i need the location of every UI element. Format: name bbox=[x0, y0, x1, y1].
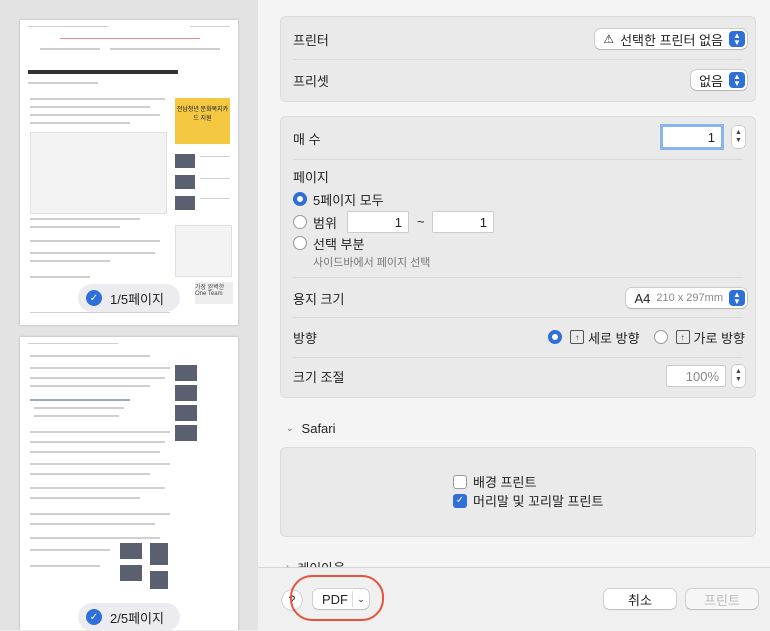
page-thumbnail-2[interactable] bbox=[20, 337, 238, 630]
orientation-options: ↑ 세로 방향 ↑ 가로 방향 bbox=[548, 327, 745, 347]
popup-arrows-icon: ▲ ▼ bbox=[729, 290, 745, 306]
print-backgrounds-label: 배경 프린트 bbox=[473, 475, 537, 490]
cancel-button[interactable]: 취소 bbox=[604, 589, 676, 609]
ad-banner: 전남청년 문화복지카드 지원 bbox=[175, 98, 230, 144]
range-separator: ~ bbox=[417, 214, 425, 229]
chevron-down-icon: ⌄ bbox=[286, 423, 294, 433]
safari-disclosure[interactable]: ⌄ Safari bbox=[286, 421, 336, 436]
preset-value: 없음 bbox=[699, 73, 723, 89]
copies-input[interactable]: 1 bbox=[663, 127, 721, 147]
copies-label: 매 수 bbox=[293, 131, 321, 147]
preview-sidebar[interactable]: 전남청년 문화복지카드 지원 가장 완벽한 One Team ✓ 1/5페이지 bbox=[0, 0, 258, 630]
pages-label: 페이지 bbox=[293, 169, 329, 185]
printer-label: 프린터 bbox=[293, 32, 329, 48]
selected-check-icon: ✓ bbox=[86, 609, 102, 625]
portrait-radio[interactable] bbox=[548, 330, 563, 344]
popup-arrows-icon: ▲ ▼ bbox=[729, 31, 745, 47]
pages-range-label: 범위 bbox=[313, 215, 337, 231]
copies-stepper[interactable]: ▲ ▼ bbox=[732, 126, 745, 148]
print-backgrounds-option[interactable]: 배경 프린트 bbox=[453, 472, 536, 491]
safari-title: Safari bbox=[301, 421, 336, 436]
page-2-badge[interactable]: ✓ 2/5페이지 bbox=[78, 603, 180, 630]
print-headers-footers-label: 머리말 및 꼬리말 프린트 bbox=[473, 494, 604, 509]
pdf-menu-button[interactable]: PDF ⌄ bbox=[313, 589, 369, 609]
selection-hint: 사이드바에서 페이지 선택 bbox=[313, 257, 431, 269]
popup-arrows-icon: ▲ ▼ bbox=[729, 72, 745, 88]
scale-label: 크기 조절 bbox=[293, 369, 345, 385]
print-options-group: 매 수 1 ▲ ▼ 페이지 5페이지 모두 범위 1 ~ 1 선택 부분 사이드바… bbox=[280, 116, 756, 398]
pages-range-radio[interactable] bbox=[293, 215, 307, 229]
print-button[interactable]: 프린트 bbox=[686, 589, 758, 609]
scale-input[interactable]: 100% bbox=[667, 366, 725, 386]
portrait-icon: ↑ bbox=[570, 330, 585, 344]
page-2-label: 2/5페이지 bbox=[110, 610, 164, 626]
paper-size-dims: 210 x 297mm bbox=[656, 292, 723, 304]
print-backgrounds-checkbox[interactable] bbox=[453, 474, 467, 489]
pages-selection-label: 선택 부분 bbox=[313, 236, 365, 252]
dialog-footer: ? PDF ⌄ 취소 프린트 bbox=[258, 567, 770, 631]
landscape-icon: ↑ bbox=[675, 330, 690, 344]
page-1-label: 1/5페이지 bbox=[110, 291, 164, 307]
portrait-label: 세로 방향 bbox=[588, 330, 640, 346]
pages-all-radio[interactable] bbox=[293, 192, 307, 206]
selected-check-icon: ✓ bbox=[86, 290, 102, 306]
preset-popup[interactable]: 없음 ▲ ▼ bbox=[691, 70, 747, 90]
printer-group: 프린터 ⚠ 선택한 프린터 없음 ▲ ▼ 프리셋 없음 ▲ ▼ bbox=[280, 16, 756, 102]
chevron-down-icon: ⌄ bbox=[352, 591, 369, 607]
paper-size-value: A4 bbox=[634, 290, 651, 306]
print-headers-footers-checkbox[interactable]: ✓ bbox=[453, 493, 467, 508]
page-thumbnail-1[interactable]: 전남청년 문화복지카드 지원 가장 완벽한 One Team bbox=[20, 20, 238, 325]
page-1-badge[interactable]: ✓ 1/5페이지 bbox=[78, 284, 180, 312]
pages-selection-radio[interactable] bbox=[293, 236, 307, 250]
article-image-placeholder bbox=[30, 132, 167, 214]
pdf-label: PDF bbox=[322, 591, 348, 607]
printer-value: 선택한 프린터 없음 bbox=[620, 32, 723, 48]
landscape-radio[interactable] bbox=[653, 330, 668, 344]
ad-box-2: 가장 완벽한 One Team bbox=[195, 282, 233, 304]
printer-popup[interactable]: ⚠ 선택한 프린터 없음 ▲ ▼ bbox=[595, 29, 747, 49]
landscape-label: 가로 방향 bbox=[693, 330, 745, 346]
preset-label: 프리셋 bbox=[293, 73, 329, 89]
paper-size-label: 용지 크기 bbox=[293, 291, 345, 307]
pages-selection-option[interactable]: 선택 부분 bbox=[293, 234, 743, 252]
scale-stepper[interactable]: ▲ ▼ bbox=[732, 365, 745, 387]
print-headers-footers-option[interactable]: ✓ 머리말 및 꼬리말 프린트 bbox=[453, 491, 603, 510]
safari-options-group: 배경 프린트 ✓ 머리말 및 꼬리말 프린트 bbox=[280, 447, 756, 537]
pages-all-label: 5페이지 모두 bbox=[313, 192, 384, 208]
warning-icon: ⚠ bbox=[603, 32, 615, 46]
orientation-label: 방향 bbox=[293, 330, 317, 346]
pages-all-option[interactable]: 5페이지 모두 bbox=[293, 190, 743, 208]
range-to-input[interactable]: 1 bbox=[433, 212, 493, 232]
paper-size-popup[interactable]: A4 210 x 297mm ▲ ▼ bbox=[626, 288, 747, 308]
range-from-input[interactable]: 1 bbox=[348, 212, 408, 232]
print-settings-panel: 프린터 ⚠ 선택한 프린터 없음 ▲ ▼ 프리셋 없음 ▲ ▼ 매 수 1 ▲ ▼ 페… bbox=[258, 0, 770, 631]
